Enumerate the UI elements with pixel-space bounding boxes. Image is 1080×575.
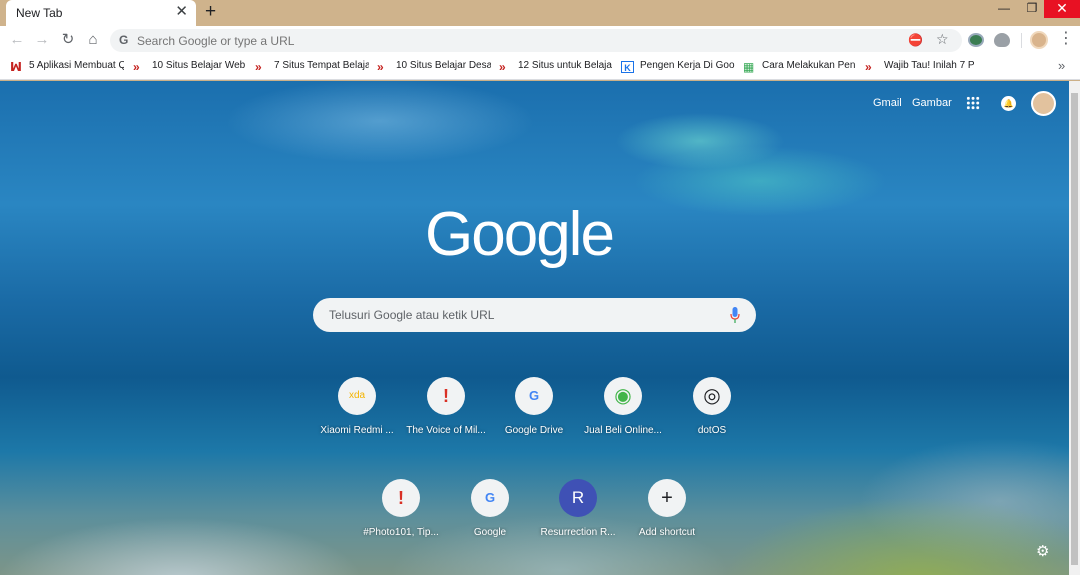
bookmarks-bar: » ꟽ 5 Aplikasi Membuat Q » 10 Situs Belajar… bbox=[0, 54, 1080, 80]
restore-button[interactable]: ❐ bbox=[1018, 0, 1046, 18]
back-arrow-icon[interactable]: ← bbox=[8, 31, 26, 49]
incognito-extension-icon[interactable]: ⛔ bbox=[908, 33, 923, 47]
add-shortcut-tile[interactable]: + Add shortcut bbox=[623, 479, 711, 553]
new-tab-button[interactable]: + bbox=[205, 2, 216, 22]
bookmark-label: 10 Situs Belajar Web bbox=[152, 60, 246, 71]
shortcut-tile[interactable]: xda Xiaomi Redmi ... bbox=[313, 377, 401, 451]
shortcut-tile[interactable]: ! #Photo101, Tip... bbox=[357, 479, 445, 553]
google-g-icon: G bbox=[119, 33, 129, 47]
address-input[interactable] bbox=[137, 34, 897, 48]
bookmark-label: 10 Situs Belajar Desa bbox=[396, 60, 491, 71]
bookmark-label: Pengen Kerja Di Goo bbox=[640, 60, 735, 71]
home-icon[interactable]: ⌂ bbox=[84, 31, 102, 49]
shortcut-tile[interactable]: ◎ dotOS bbox=[668, 377, 756, 451]
red-chevron-icon: » bbox=[255, 60, 262, 74]
ntp-search-box[interactable] bbox=[313, 298, 756, 332]
r-letter-icon: R bbox=[559, 479, 597, 517]
page-scrollbar[interactable] bbox=[1069, 81, 1080, 575]
tab-close-icon[interactable]: ✕ bbox=[175, 4, 188, 20]
notifications-bell-icon[interactable]: 🔔 bbox=[1001, 96, 1016, 111]
shortcut-label: Jual Beli Online... bbox=[584, 425, 662, 436]
red-chevron-icon: ꟽ bbox=[10, 60, 22, 74]
red-chevron-icon: » bbox=[865, 60, 872, 74]
bookmark-label: 7 Situs Tempat Belaja bbox=[274, 60, 369, 71]
shortcut-label: Google Drive bbox=[504, 425, 564, 436]
google-logo: Google bbox=[425, 200, 615, 269]
shortcut-label: The Voice of Mil... bbox=[406, 425, 486, 436]
bookmark-label: 12 Situs untuk Belaja bbox=[518, 60, 612, 71]
account-avatar[interactable] bbox=[1031, 91, 1056, 116]
tokopedia-icon: ◉ bbox=[604, 377, 642, 415]
reload-icon[interactable]: ↻ bbox=[59, 31, 77, 49]
red-exclamation-icon: ! bbox=[427, 377, 465, 415]
minimize-button[interactable]: — bbox=[990, 0, 1018, 18]
menu-kebab-icon[interactable]: ⋮ bbox=[1058, 30, 1074, 48]
red-chevron-icon: » bbox=[499, 60, 506, 74]
bookmark-item[interactable]: ▦ Cara Melakukan Pen bbox=[743, 59, 857, 75]
forward-arrow-icon[interactable]: → bbox=[33, 31, 51, 49]
plus-icon: + bbox=[648, 479, 686, 517]
tab-new-tab[interactable]: New Tab ✕ bbox=[6, 0, 196, 26]
gmail-link[interactable]: Gmail bbox=[873, 97, 902, 109]
extension-cloud-icon[interactable] bbox=[994, 33, 1010, 47]
shortcut-tile[interactable]: ! The Voice of Mil... bbox=[402, 377, 490, 451]
images-link[interactable]: Gambar bbox=[912, 97, 952, 109]
omnibox[interactable]: G ⛔ ☆ bbox=[110, 29, 962, 52]
microphone-icon[interactable] bbox=[730, 307, 740, 323]
sheets-icon: ▦ bbox=[743, 60, 755, 74]
google-g-icon: G bbox=[471, 479, 509, 517]
bookmark-item[interactable]: ꟽ 5 Aplikasi Membuat Q bbox=[10, 59, 124, 75]
new-tab-page: Gmail Gambar 🔔 Google xda Xiaomi Redmi ..… bbox=[0, 81, 1069, 575]
shortcut-tile[interactable]: R Resurrection R... bbox=[534, 479, 622, 553]
bookmark-label: Wajib Tau! Inilah 7 P bbox=[884, 60, 975, 71]
k-icon: K bbox=[621, 61, 634, 73]
bookmark-label: Cara Melakukan Pen bbox=[762, 60, 856, 71]
shortcut-label: Add shortcut bbox=[638, 527, 696, 538]
shortcut-tile[interactable]: ◉ Jual Beli Online... bbox=[579, 377, 667, 451]
bookmark-item[interactable]: » 7 Situs Tempat Belaja bbox=[255, 59, 369, 75]
bookmark-item[interactable]: » 10 Situs Belajar Web bbox=[133, 59, 247, 75]
tab-title: New Tab bbox=[16, 6, 63, 20]
shortcut-tile[interactable]: G Google bbox=[446, 479, 534, 553]
bookmarks-overflow-icon[interactable]: » bbox=[1058, 58, 1065, 73]
title-bar: New Tab ✕ + — ❐ ✕ bbox=[0, 0, 1080, 26]
bookmark-star-icon[interactable]: ☆ bbox=[936, 31, 949, 48]
google-g-icon: G bbox=[515, 377, 553, 415]
shortcut-tile[interactable]: G Google Drive bbox=[490, 377, 578, 451]
bookmark-label: 5 Aplikasi Membuat Q bbox=[29, 60, 124, 71]
shortcut-label: Google bbox=[473, 527, 507, 538]
bookmark-item[interactable]: K Pengen Kerja Di Goo bbox=[621, 59, 735, 75]
extension-globe-icon[interactable] bbox=[968, 33, 984, 47]
red-chevron-icon: » bbox=[133, 60, 140, 74]
bookmark-item[interactable]: » Wajib Tau! Inilah 7 P bbox=[865, 59, 979, 75]
red-exclamation-icon: ! bbox=[382, 479, 420, 517]
scrollbar-thumb[interactable] bbox=[1071, 93, 1078, 565]
shortcut-label: Resurrection R... bbox=[540, 527, 616, 538]
close-window-button[interactable]: ✕ bbox=[1044, 0, 1080, 18]
dotos-icon: ◎ bbox=[693, 377, 731, 415]
xda-icon: xda bbox=[338, 377, 376, 415]
customize-gear-icon[interactable]: ⚙ bbox=[1036, 542, 1049, 560]
shortcut-label: Xiaomi Redmi ... bbox=[320, 425, 394, 436]
bookmark-item[interactable]: » 12 Situs untuk Belaja bbox=[499, 59, 613, 75]
browser-toolbar: ← → ↻ ⌂ G ⛔ ☆ ⋮ bbox=[0, 26, 1080, 54]
shortcut-label: #Photo101, Tip... bbox=[363, 527, 439, 538]
bookmark-item[interactable]: » 10 Situs Belajar Desa bbox=[377, 59, 491, 75]
shortcut-label: dotOS bbox=[697, 425, 727, 436]
profile-avatar[interactable] bbox=[1030, 31, 1048, 49]
apps-grid-icon[interactable] bbox=[966, 96, 980, 110]
toolbar-divider bbox=[1021, 33, 1022, 48]
ntp-search-input[interactable] bbox=[329, 308, 719, 322]
red-chevron-icon: » bbox=[377, 60, 384, 74]
